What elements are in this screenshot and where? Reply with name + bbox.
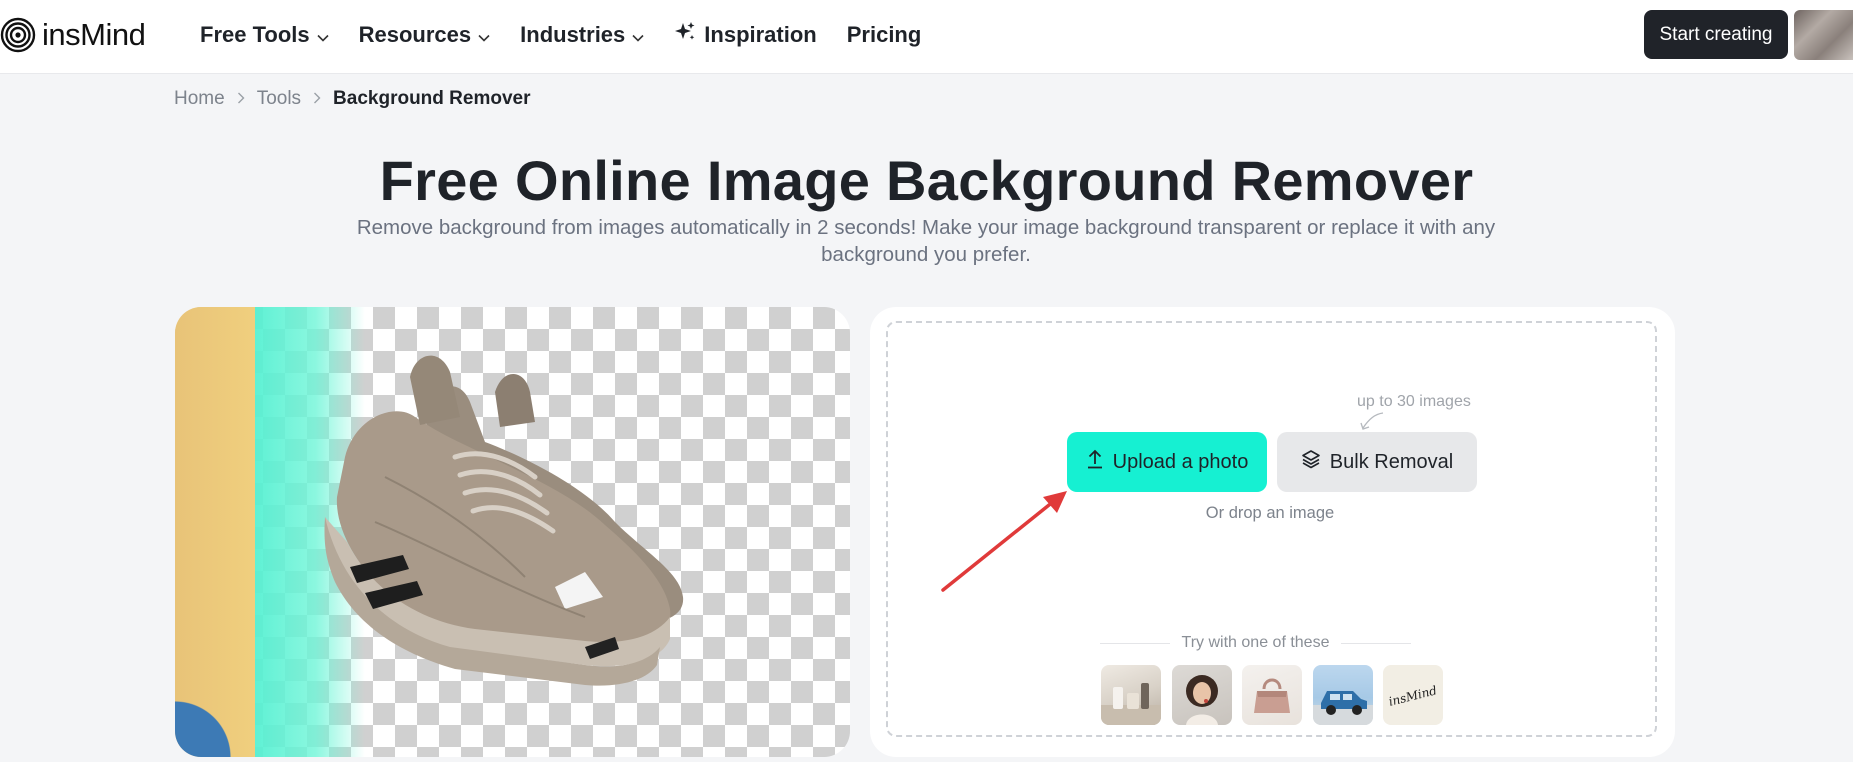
start-creating-button[interactable]: Start creating (1644, 10, 1788, 59)
page-title: Free Online Image Background Remover (379, 149, 1474, 212)
nav-pricing-label: Pricing (846, 22, 922, 47)
signature-text: insMind (1387, 683, 1438, 709)
background-removal-preview (175, 307, 850, 757)
divider-line (1100, 642, 1170, 644)
nav-inspiration[interactable]: Inspiration (674, 21, 817, 49)
logo-swirl-icon (0, 17, 36, 53)
try-samples-label: Try with one of these (1181, 634, 1330, 651)
logo-text: insMind (42, 17, 146, 52)
nav-free-tools-label: Free Tools (200, 22, 310, 47)
annotation-arrow-icon (941, 491, 1067, 592)
curved-arrow-icon (1360, 412, 1384, 430)
nav-industries-label: Industries (520, 22, 626, 47)
upload-photo-label: Upload a photo (1112, 450, 1249, 473)
bulk-limit-note: up to 30 images (1357, 393, 1471, 410)
nav-resources-label: Resources (358, 22, 472, 47)
nav-inspiration-label: Inspiration (704, 22, 817, 47)
page-subtitle: Remove background from images automatica… (356, 216, 1496, 266)
main-nav: Free Tools Resources Industries Inspirat… (200, 0, 951, 70)
chevron-down-icon (632, 22, 644, 48)
breadcrumb-home[interactable]: Home (174, 88, 225, 110)
breadcrumb-current: Background Remover (333, 88, 531, 109)
sample-image-signature[interactable]: insMind (1383, 665, 1443, 725)
nav-free-tools[interactable]: Free Tools (200, 22, 329, 48)
sample-image-portrait[interactable] (1171, 665, 1232, 725)
top-navigation-bar: insMind Free Tools Resources Industries (0, 0, 1853, 74)
layers-icon (1301, 449, 1321, 475)
nav-industries[interactable]: Industries (520, 22, 644, 48)
original-background-strip (175, 307, 255, 757)
nav-resources[interactable]: Resources (359, 22, 491, 48)
sample-images: insMind (1101, 665, 1454, 725)
drop-hint-text: Or drop an image (1205, 504, 1335, 522)
upload-photo-button[interactable]: Upload a photo (1067, 432, 1267, 492)
original-background-shape (175, 697, 255, 757)
sample-image-cosmetics[interactable] (1101, 665, 1161, 725)
bulk-removal-label: Bulk Removal (1329, 450, 1454, 473)
breadcrumb: Home Tools Background Remover (174, 88, 531, 110)
sample-image-car[interactable] (1312, 665, 1373, 725)
sneaker-image (324, 355, 684, 686)
upload-icon (1086, 449, 1104, 475)
chevron-down-icon (478, 22, 490, 48)
chevron-right-icon (237, 88, 245, 110)
insmind-logo[interactable]: insMind (0, 16, 146, 54)
sparkle-icon (674, 21, 696, 49)
nav-pricing[interactable]: Pricing (847, 22, 922, 48)
divider-line (1341, 642, 1412, 644)
try-samples-divider: Try with one of these (1100, 634, 1412, 652)
sample-image-handbag[interactable] (1242, 665, 1302, 725)
user-avatar[interactable] (1794, 10, 1853, 60)
bulk-removal-button[interactable]: Bulk Removal (1277, 432, 1477, 492)
chevron-right-icon (313, 88, 321, 110)
chevron-down-icon (317, 22, 329, 48)
breadcrumb-tools[interactable]: Tools (257, 88, 301, 110)
